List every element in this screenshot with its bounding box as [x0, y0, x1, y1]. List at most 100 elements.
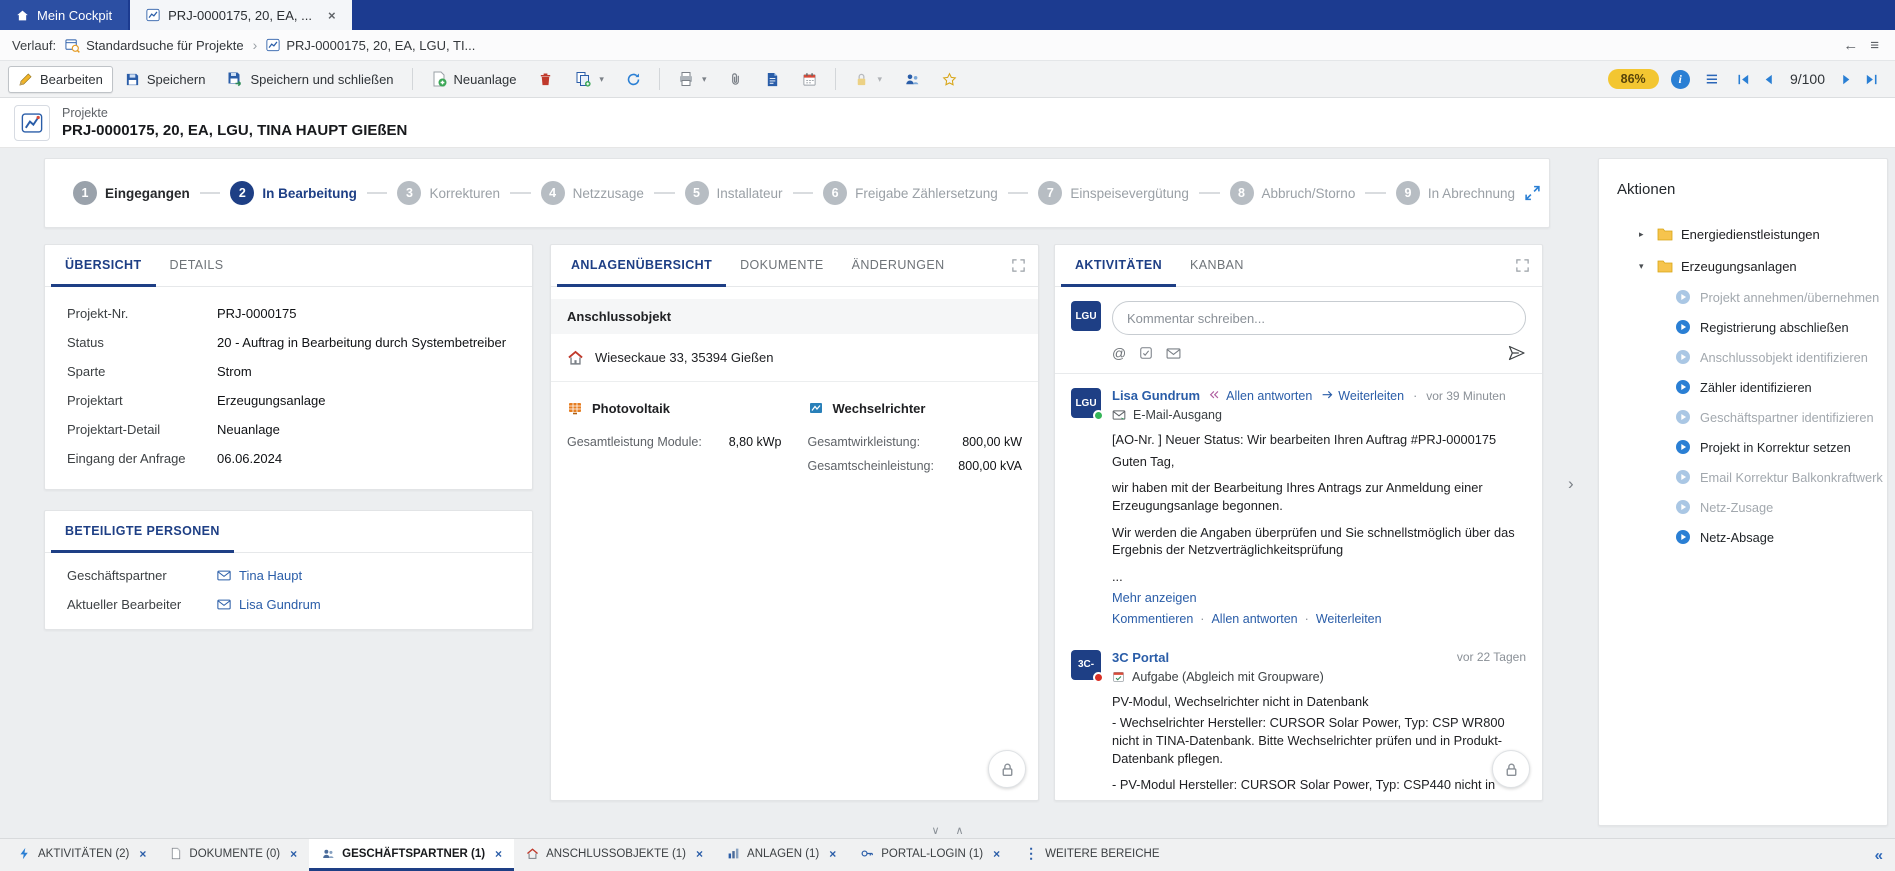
- nav-last-icon[interactable]: [1864, 72, 1879, 87]
- save-button[interactable]: Speichern: [115, 66, 216, 93]
- action-folder-erzeugungsanlagen[interactable]: ▾ Erzeugungsanlagen: [1599, 250, 1887, 282]
- completeness-badge[interactable]: 86%: [1608, 69, 1659, 89]
- step-installateur[interactable]: 5 Installateur: [685, 181, 783, 205]
- report-button[interactable]: [755, 66, 790, 93]
- close-icon[interactable]: ×: [696, 847, 703, 861]
- permissions-lock-button[interactable]: [1492, 750, 1530, 788]
- tab-record[interactable]: PRJ-0000175, 20, EA, ... ×: [130, 0, 351, 30]
- new-button[interactable]: Neuanlage: [421, 65, 527, 93]
- bottom-tab-dokumente[interactable]: DOKUMENTE (0) ×: [158, 839, 309, 871]
- expand-stepper-icon[interactable]: [1524, 185, 1541, 202]
- action-anschlussobjekt-identifizieren[interactable]: Anschlussobjekt identifizieren: [1599, 342, 1887, 372]
- step-label: In Bearbeitung: [262, 186, 357, 201]
- activity-item-task[interactable]: 3C- 3C Portal vor 22 Tagen Aufgabe (Abgl…: [1055, 636, 1542, 801]
- action-netz-zusage[interactable]: Netz-Zusage: [1599, 492, 1887, 522]
- step-netzzusage[interactable]: 4 Netzzusage: [541, 181, 644, 205]
- nav-first-icon[interactable]: [1736, 72, 1751, 87]
- show-more-link[interactable]: Mehr anzeigen: [1112, 590, 1197, 605]
- tab-dokumente[interactable]: DOKUMENTE: [726, 245, 837, 287]
- step-in-bearbeitung[interactable]: 2 In Bearbeitung: [230, 181, 357, 205]
- comment-link[interactable]: Kommentieren: [1112, 612, 1193, 626]
- close-icon[interactable]: ×: [993, 847, 1000, 861]
- bottom-tab-geschaeftspartner[interactable]: GESCHÄFTSPARTNER (1) ×: [309, 839, 514, 871]
- collapse-up-icon[interactable]: ∧: [956, 824, 964, 837]
- permissions-button[interactable]: ▾: [844, 66, 892, 93]
- forward-link[interactable]: Weiterleiten: [1316, 612, 1382, 626]
- breadcrumb-record[interactable]: PRJ-0000175, 20, EA, LGU, TI...: [266, 38, 475, 53]
- nav-prev-icon[interactable]: [1761, 72, 1776, 87]
- author-link[interactable]: Lisa Gundrum: [1112, 388, 1200, 403]
- delete-button[interactable]: [528, 66, 563, 93]
- tab-anlagenuebersicht[interactable]: ANLAGENÜBERSICHT: [557, 245, 726, 287]
- email-icon[interactable]: [1166, 348, 1181, 359]
- calendar-button[interactable]: [792, 66, 827, 93]
- nav-next-icon[interactable]: [1839, 72, 1854, 87]
- assign-button[interactable]: [894, 65, 930, 93]
- action-netz-absage[interactable]: Netz-Absage: [1599, 522, 1887, 552]
- author-link[interactable]: 3C Portal: [1112, 650, 1169, 665]
- tab-uebersicht[interactable]: ÜBERSICHT: [51, 245, 156, 287]
- history-back-icon[interactable]: ←: [1843, 37, 1858, 54]
- forward-link[interactable]: Weiterleiten: [1321, 389, 1404, 403]
- action-geschaeftspartner-identifizieren[interactable]: Geschäftspartner identifizieren: [1599, 402, 1887, 432]
- fullscreen-icon[interactable]: [1515, 258, 1530, 273]
- window-menu-icon[interactable]: ≡: [1870, 37, 1879, 54]
- tab-aenderungen[interactable]: ÄNDERUNGEN: [838, 245, 959, 287]
- tree-collapsed-icon[interactable]: ▸: [1639, 229, 1649, 240]
- tab-details[interactable]: DETAILS: [156, 245, 238, 287]
- panel-collapse-chevron[interactable]: ›: [1568, 474, 1574, 494]
- tab-mein-cockpit[interactable]: Mein Cockpit: [0, 0, 128, 30]
- reply-all-link[interactable]: Allen antworten: [1211, 612, 1297, 626]
- step-einspeiseverguetung[interactable]: 7 Einspeisevergütung: [1038, 181, 1189, 205]
- close-icon[interactable]: ×: [290, 847, 297, 861]
- connection-object-row[interactable]: Wieseckaue 33, 35394 Gießen: [551, 334, 1038, 382]
- save-and-close-button[interactable]: Speichern und schließen: [217, 65, 403, 93]
- step-abbruch-storno[interactable]: 8 Abbruch/Storno: [1230, 181, 1356, 205]
- close-icon[interactable]: ×: [328, 8, 336, 23]
- close-icon[interactable]: ×: [495, 847, 502, 861]
- partner-link[interactable]: Tina Haupt: [217, 568, 302, 583]
- action-projekt-annehmen[interactable]: Projekt annehmen/übernehmen: [1599, 282, 1887, 312]
- step-eingegangen[interactable]: 1 Eingegangen: [73, 181, 190, 205]
- menu-icon[interactable]: ≡: [1706, 69, 1718, 90]
- email-subject: [AO-Nr. ] Neuer Status: Wir bearbeiten I…: [1112, 431, 1526, 449]
- action-zaehler-identifizieren[interactable]: Zähler identifizieren: [1599, 372, 1887, 402]
- favorite-button[interactable]: [932, 66, 967, 93]
- close-icon[interactable]: ×: [829, 847, 836, 861]
- close-icon[interactable]: ×: [139, 847, 146, 861]
- copy-button[interactable]: ▾: [565, 65, 614, 93]
- reply-all-link[interactable]: Allen antworten: [1209, 389, 1312, 403]
- tree-expanded-icon[interactable]: ▾: [1639, 261, 1649, 272]
- bottom-tab-aktivitaeten[interactable]: AKTIVITÄTEN (2) ×: [6, 839, 158, 871]
- print-button[interactable]: ▾: [668, 65, 717, 93]
- tab-aktivitaeten[interactable]: AKTIVITÄTEN: [1061, 245, 1176, 287]
- task-checklist-icon[interactable]: [1139, 346, 1153, 360]
- send-icon[interactable]: [1507, 345, 1526, 361]
- collapse-down-icon[interactable]: ∨: [931, 824, 939, 837]
- action-folder-energiedienstleistungen[interactable]: ▸ Energiedienstleistungen: [1599, 218, 1887, 250]
- tab-beteiligte-personen[interactable]: BETEILIGTE PERSONEN: [51, 511, 234, 553]
- step-freigabe-zaehlersetzung[interactable]: 6 Freigabe Zählersetzung: [823, 181, 998, 205]
- permissions-lock-button[interactable]: [988, 750, 1026, 788]
- attachment-button[interactable]: [718, 66, 753, 93]
- action-registrierung-abschliessen[interactable]: Registrierung abschließen: [1599, 312, 1887, 342]
- breadcrumb-search[interactable]: Standardsuche für Projekte: [65, 38, 244, 53]
- collapse-bar-icon[interactable]: «: [1863, 839, 1895, 871]
- step-in-abrechnung[interactable]: 9 In Abrechnung: [1396, 181, 1515, 205]
- fullscreen-icon[interactable]: [1011, 258, 1026, 273]
- editor-link[interactable]: Lisa Gundrum: [217, 597, 321, 612]
- tab-kanban[interactable]: KANBAN: [1176, 245, 1258, 287]
- action-projekt-in-korrektur[interactable]: Projekt in Korrektur setzen: [1599, 432, 1887, 462]
- activity-item-email[interactable]: LGU Lisa Gundrum Allen antworten: [1055, 374, 1542, 636]
- info-icon[interactable]: i: [1671, 70, 1690, 89]
- edit-button[interactable]: Bearbeiten: [8, 66, 113, 93]
- refresh-button[interactable]: [616, 66, 651, 93]
- comment-input[interactable]: [1112, 301, 1526, 335]
- mention-icon[interactable]: @: [1112, 345, 1126, 361]
- bottom-tab-anlagen[interactable]: ANLAGEN (1) ×: [715, 839, 848, 871]
- step-korrekturen[interactable]: 3 Korrekturen: [397, 181, 500, 205]
- bottom-tab-portal-login[interactable]: PORTAL-LOGIN (1) ×: [848, 839, 1012, 871]
- action-email-korrektur-balkonkraftwerk[interactable]: Email Korrektur Balkonkraftwerk: [1599, 462, 1887, 492]
- bottom-tab-anschlussobjekte[interactable]: ANSCHLUSSOBJEKTE (1) ×: [514, 839, 715, 871]
- bottom-tab-weitere-bereiche[interactable]: ⋮ WEITERE BEREICHE: [1012, 839, 1171, 871]
